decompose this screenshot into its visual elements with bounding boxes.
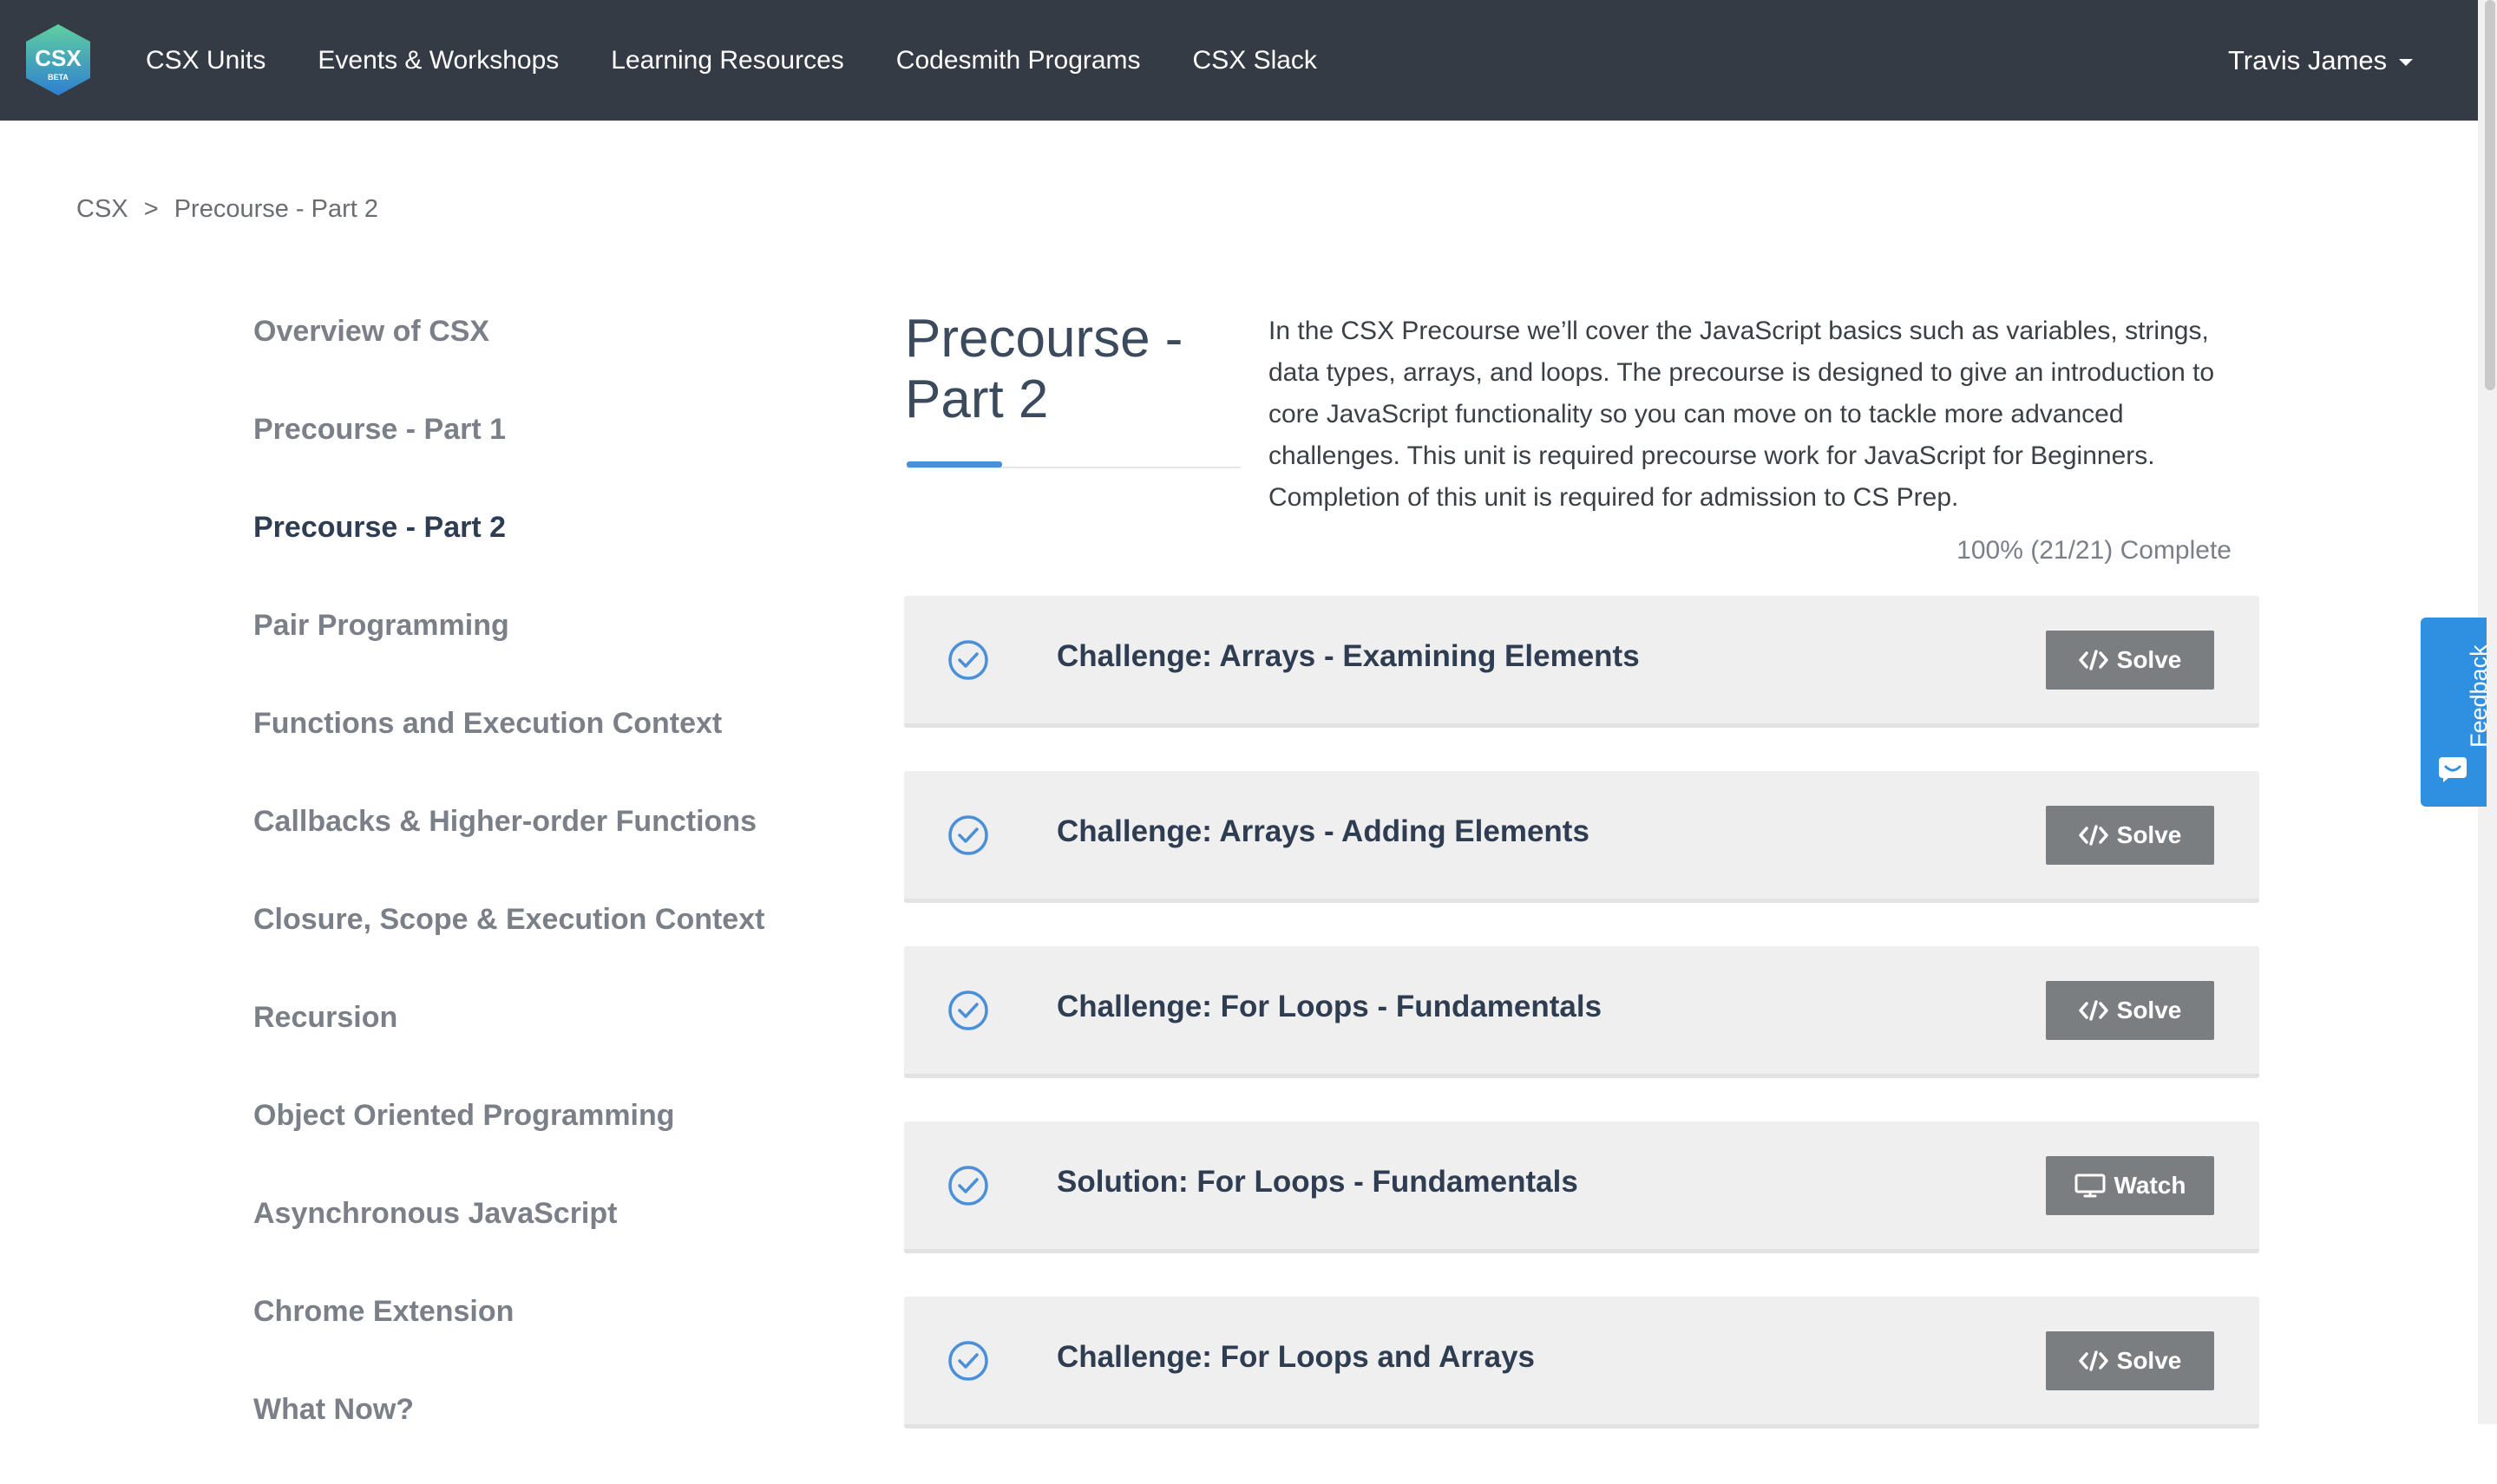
monitor-icon xyxy=(2074,1173,2106,1198)
user-name: Travis James xyxy=(2228,44,2388,75)
sidebar-item-oop[interactable]: Object Oriented Programming xyxy=(253,1092,791,1190)
logo-text: CSX xyxy=(35,45,82,71)
sidebar-item-callbacks[interactable]: Callbacks & Higher-order Functions xyxy=(253,798,791,896)
challenge-card[interactable]: Challenge: Arrays - Examining Elements S… xyxy=(904,596,2259,728)
watch-button[interactable]: Watch xyxy=(2046,1156,2214,1215)
progress-status: 100% (21/21) Complete xyxy=(1956,536,2232,565)
page-title: Precourse - Part 2 xyxy=(905,309,1235,430)
logo-subtext: BETA xyxy=(48,73,69,82)
nav-link-learning-resources[interactable]: Learning Resources xyxy=(611,46,844,75)
solve-button-label: Solve xyxy=(2116,646,2182,673)
check-circle-icon xyxy=(948,1166,988,1206)
csx-logo[interactable]: CSX BETA xyxy=(21,23,95,97)
smiley-chat-icon xyxy=(2439,757,2467,782)
challenge-card[interactable]: Challenge: For Loops and Arrays Solve xyxy=(904,1297,2259,1428)
challenge-title[interactable]: Challenge: Arrays - Adding Elements xyxy=(1057,814,1589,849)
breadcrumb-current: Precourse - Part 2 xyxy=(174,195,379,223)
watch-button-label: Watch xyxy=(2114,1172,2186,1199)
sidebar-item-recursion[interactable]: Recursion xyxy=(253,994,791,1092)
code-icon xyxy=(2078,825,2108,846)
sidebar-item-closure[interactable]: Closure, Scope & Execution Context xyxy=(253,896,791,994)
challenge-title[interactable]: Solution: For Loops - Fundamentals xyxy=(1057,1165,1578,1200)
scrollbar-thumb[interactable] xyxy=(2485,0,2495,390)
code-icon xyxy=(2078,1000,2108,1021)
user-menu[interactable]: Travis James xyxy=(2228,0,2414,121)
solve-button[interactable]: Solve xyxy=(2046,1331,2214,1390)
check-circle-icon xyxy=(948,640,988,680)
unit-sidebar: Overview of CSX Precourse - Part 1 Preco… xyxy=(253,308,791,1484)
challenge-list: Challenge: Arrays - Examining Elements S… xyxy=(904,596,2259,1472)
breadcrumb-root[interactable]: CSX xyxy=(76,195,128,223)
sidebar-item-async[interactable]: Asynchronous JavaScript xyxy=(253,1190,791,1288)
feedback-tab[interactable]: Feedback xyxy=(2421,618,2492,807)
sidebar-item-precourse-1[interactable]: Precourse - Part 1 xyxy=(253,406,791,504)
nav-link-csx-slack[interactable]: CSX Slack xyxy=(1193,46,1317,75)
solve-button[interactable]: Solve xyxy=(2046,806,2214,865)
solve-button-label: Solve xyxy=(2116,997,2182,1023)
challenge-card[interactable]: Challenge: Arrays - Adding Elements Solv… xyxy=(904,771,2259,903)
solve-button[interactable]: Solve xyxy=(2046,981,2214,1040)
challenge-title[interactable]: Challenge: For Loops and Arrays xyxy=(1057,1340,1535,1375)
solve-button-label: Solve xyxy=(2116,821,2182,848)
solve-button[interactable]: Solve xyxy=(2046,631,2214,690)
sidebar-item-overview[interactable]: Overview of CSX xyxy=(253,308,791,406)
page-title-line-2: Part 2 xyxy=(905,369,1049,429)
feedback-label: Feedback xyxy=(2466,644,2492,748)
check-circle-icon xyxy=(948,1341,988,1381)
check-circle-icon xyxy=(948,990,988,1030)
nav-link-codesmith-programs[interactable]: Codesmith Programs xyxy=(896,46,1141,75)
sidebar-item-chrome-extension[interactable]: Chrome Extension xyxy=(253,1288,791,1386)
challenge-title[interactable]: Challenge: For Loops - Fundamentals xyxy=(1057,990,1602,1024)
sidebar-item-precourse-2[interactable]: Precourse - Part 2 xyxy=(253,504,791,602)
top-navbar: CSX BETA CSX Units Events & Workshops Le… xyxy=(0,0,2497,121)
check-circle-icon xyxy=(948,815,988,855)
sidebar-item-pair-programming[interactable]: Pair Programming xyxy=(253,602,791,700)
page-title-line-1: Precourse - xyxy=(905,309,1183,369)
nav-link-events-workshops[interactable]: Events & Workshops xyxy=(318,46,559,75)
challenge-card[interactable]: Challenge: For Loops - Fundamentals Solv… xyxy=(904,946,2259,1078)
sidebar-item-what-now[interactable]: What Now? xyxy=(253,1386,791,1484)
challenge-card[interactable]: Solution: For Loops - Fundamentals Watch xyxy=(904,1121,2259,1253)
code-icon xyxy=(2078,1350,2108,1371)
nav-links: CSX Units Events & Workshops Learning Re… xyxy=(146,0,1369,121)
challenge-title[interactable]: Challenge: Arrays - Examining Elements xyxy=(1057,639,1640,674)
unit-description: In the CSX Precourse we’ll cover the Jav… xyxy=(1268,317,2215,512)
caret-down-icon xyxy=(2399,58,2414,66)
solve-button-label: Solve xyxy=(2116,1347,2182,1374)
breadcrumb-separator: > xyxy=(143,195,159,223)
sidebar-item-functions[interactable]: Functions and Execution Context xyxy=(253,700,791,798)
nav-link-csx-units[interactable]: CSX Units xyxy=(146,46,265,75)
code-icon xyxy=(2078,650,2108,670)
title-accent-bar xyxy=(907,461,1002,467)
breadcrumb: CSX > Precourse - Part 2 xyxy=(76,195,387,224)
